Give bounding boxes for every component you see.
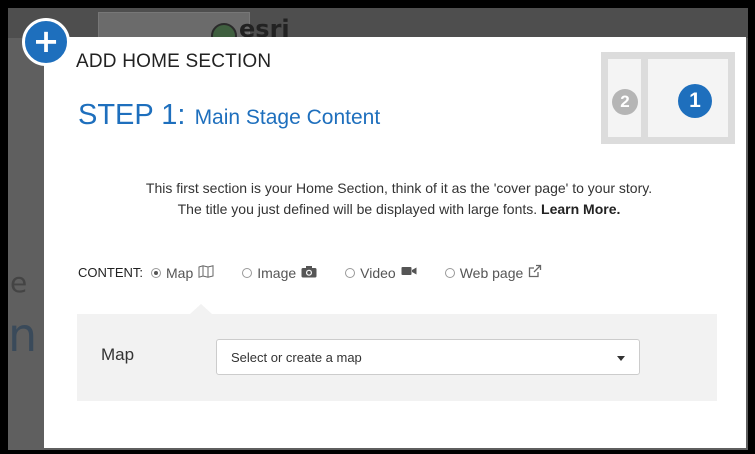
map-icon	[198, 264, 214, 281]
step-number: STEP 1:	[78, 99, 186, 131]
step-subtitle: Main Stage Content	[194, 106, 381, 129]
background-letter: e	[10, 266, 28, 299]
add-section-icon: +	[22, 18, 70, 66]
add-home-section-dialog: ADD HOME SECTION STEP 1: Main Stage Cont…	[44, 37, 746, 448]
section-1-indicator: 1	[678, 84, 712, 118]
description-line-1: This first section is your Home Section,…	[145, 180, 653, 196]
content-option-video[interactable]: Video	[345, 265, 417, 281]
image-radio[interactable]	[242, 267, 253, 278]
description-line-2: The title you just defined will be displ…	[84, 199, 714, 220]
map-field-label: Map	[101, 345, 135, 364]
step-heading: STEP 1: Main Stage Content	[78, 99, 380, 132]
thumbnail-divider	[641, 59, 648, 137]
content-option-webpage[interactable]: Web page	[444, 264, 543, 281]
content-option-image[interactable]: Image	[242, 265, 317, 281]
map-radio[interactable]	[151, 267, 161, 278]
content-option-label: Map	[166, 264, 194, 281]
background-letter: n	[8, 308, 38, 362]
content-option-map[interactable]: Map	[151, 265, 214, 281]
dialog-title: ADD HOME SECTION	[76, 51, 272, 72]
content-label: CONTENT:	[78, 265, 143, 280]
video-radio[interactable]	[345, 267, 356, 278]
chevron-down-icon	[617, 356, 625, 361]
content-option-label: Web page	[459, 264, 524, 281]
webpage-radio[interactable]	[444, 267, 455, 278]
content-type-selector: CONTENT: Map Image Video Web page	[78, 264, 570, 281]
section-2-indicator: 2	[612, 89, 638, 115]
content-option-label: Video	[360, 264, 396, 281]
description-line-2-text: The title you just defined will be displ…	[177, 201, 538, 217]
map-select-dropdown[interactable]: Select or create a map	[216, 339, 640, 375]
panel-pointer	[190, 304, 212, 314]
content-option-label: Image	[257, 264, 297, 281]
map-select-value: Select or create a map	[231, 350, 362, 365]
map-settings-panel: Map Select or create a map	[77, 304, 717, 401]
description: This first section is your Home Section,…	[84, 178, 714, 220]
learn-more-link[interactable]: Learn More.	[541, 201, 620, 217]
video-camera-icon	[401, 265, 417, 280]
camera-icon	[301, 265, 317, 281]
layout-thumbnail: 2 1	[601, 52, 735, 144]
external-link-icon	[528, 264, 542, 281]
